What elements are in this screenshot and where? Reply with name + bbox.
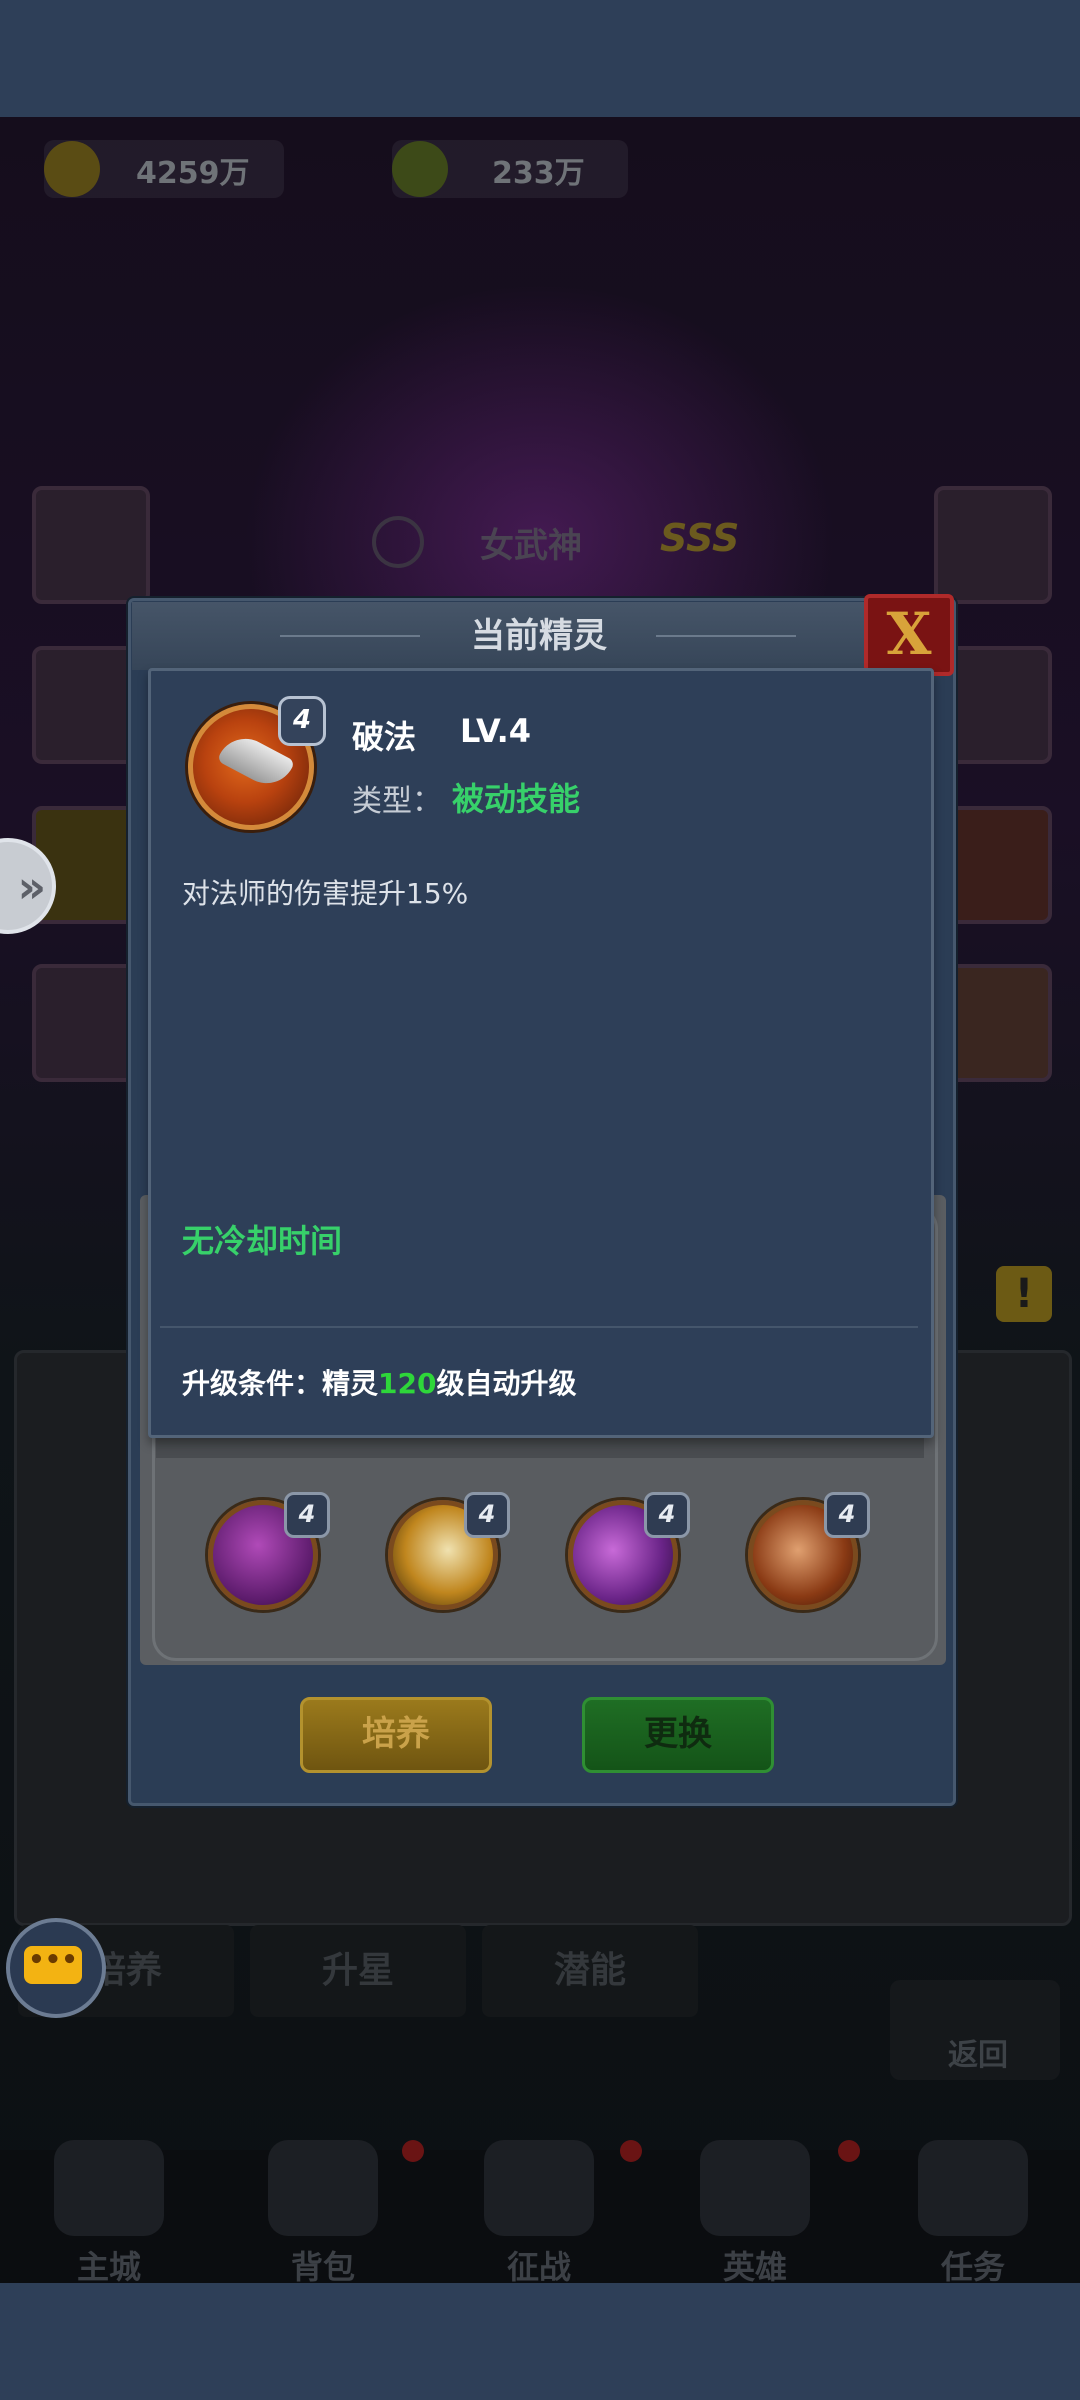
skill-cooldown: 无冷却时间 xyxy=(182,1222,343,1260)
nav-heroes[interactable]: 英雄 xyxy=(680,2140,830,2286)
orb-level-badge: 4 xyxy=(284,1492,330,1538)
skill-level-badge: 4 xyxy=(278,696,326,746)
nav-label: 征战 xyxy=(506,2248,571,2286)
notification-dot xyxy=(402,2140,424,2162)
nav-main-city[interactable]: 主城 xyxy=(34,2140,184,2286)
skill-level: LV.4 xyxy=(460,712,532,750)
equipment-slot[interactable] xyxy=(934,486,1052,604)
helmet-icon xyxy=(700,2140,810,2236)
hero-name: 女武神 xyxy=(480,526,582,566)
nav-campaign[interactable]: 征战 xyxy=(464,2140,614,2286)
train-button[interactable]: 培养 xyxy=(300,1697,492,1773)
upgrade-suffix: 级自动升级 xyxy=(436,1367,577,1400)
nav-label: 英雄 xyxy=(722,2248,787,2286)
return-label: 返回 xyxy=(948,2038,1008,2073)
faction-icon xyxy=(372,516,424,568)
orb-level-badge: 4 xyxy=(824,1492,870,1538)
skill-type-label: 类型： xyxy=(352,784,442,819)
nav-backpack[interactable]: 背包 xyxy=(248,2140,398,2286)
gold-amount: 4259万 xyxy=(136,156,250,191)
castle-icon xyxy=(54,2140,164,2236)
orb-level-badge: 4 xyxy=(464,1492,510,1538)
gold-coin-icon xyxy=(44,141,100,197)
nav-quests[interactable]: 任务 xyxy=(898,2140,1048,2286)
notification-dot xyxy=(620,2140,642,2162)
notification-dot xyxy=(838,2140,860,2162)
skill-type-value: 被动技能 xyxy=(452,780,581,818)
nav-label: 任务 xyxy=(940,2248,1005,2286)
dialog-title: 当前精灵 xyxy=(471,616,607,656)
system-navigation-bar xyxy=(0,2283,1080,2400)
upgrade-prefix: 升级条件：精灵 xyxy=(182,1367,379,1400)
upgrade-condition: 升级条件：精灵120级自动升级 xyxy=(182,1362,576,1402)
scroll-icon xyxy=(918,2140,1028,2236)
panel-divider xyxy=(160,1326,918,1328)
equipment-slot[interactable] xyxy=(32,486,150,604)
nav-label: 背包 xyxy=(290,2248,355,2286)
close-button[interactable]: X xyxy=(864,594,954,676)
gem-amount: 233万 xyxy=(492,156,585,191)
orb-level-badge: 4 xyxy=(644,1492,690,1538)
chest-icon xyxy=(268,2140,378,2236)
nav-label: 主城 xyxy=(76,2248,141,2286)
alert-icon[interactable]: ! xyxy=(996,1266,1052,1322)
tab-potential[interactable]: 潜能 xyxy=(482,1925,698,2017)
portal-icon xyxy=(484,2140,594,2236)
change-button[interactable]: 更换 xyxy=(582,1697,774,1773)
skill-description: 对法师的伤害提升15% xyxy=(182,877,469,910)
upgrade-level: 120 xyxy=(378,1367,437,1400)
chat-bubble-icon: ••• xyxy=(24,1946,82,1984)
status-bar xyxy=(0,0,1080,117)
hero-rank-badge: SSS xyxy=(660,516,740,560)
chat-button[interactable]: ••• xyxy=(6,1918,106,2018)
skill-name: 破法 xyxy=(352,718,417,756)
gem-icon xyxy=(392,141,448,197)
tab-star-up[interactable]: 升星 xyxy=(250,1925,466,2017)
